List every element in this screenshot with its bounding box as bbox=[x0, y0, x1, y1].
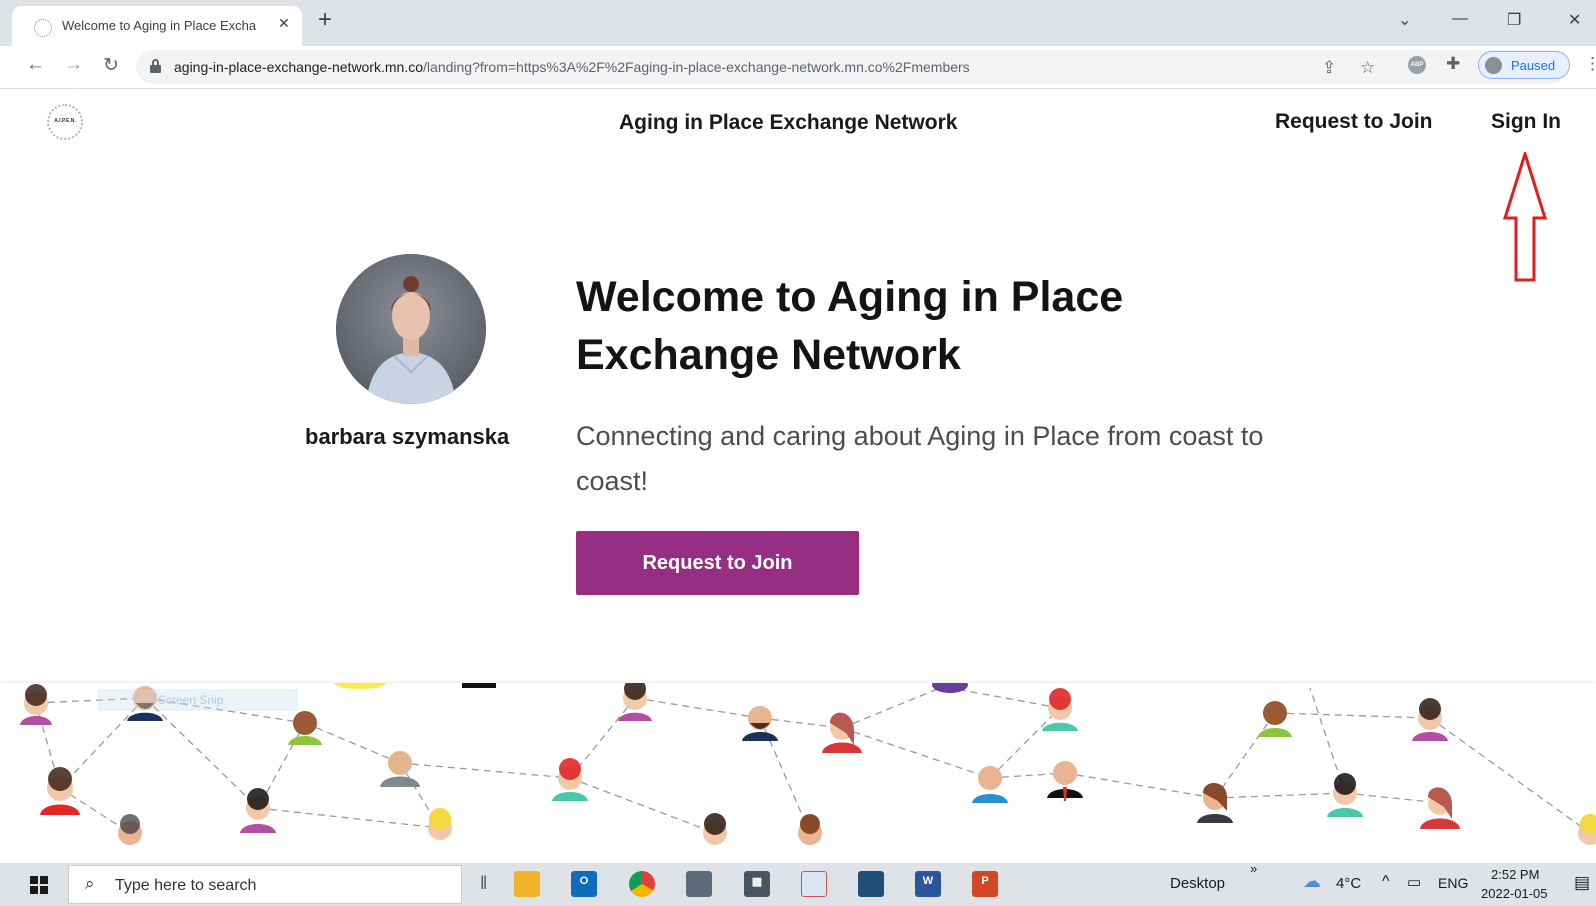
tab-title: Welcome to Aging in Place Excha bbox=[62, 18, 257, 33]
site-logo[interactable]: A.I.P.E.N. bbox=[47, 104, 83, 140]
share-icon[interactable]: ⇪ bbox=[1322, 58, 1336, 78]
windows-start-icon[interactable] bbox=[30, 876, 48, 894]
back-icon[interactable]: ← bbox=[26, 54, 45, 76]
search-icon: ⌕ bbox=[85, 874, 95, 893]
weather-icon[interactable]: ☁ bbox=[1303, 871, 1321, 892]
powerpoint-icon[interactable]: P bbox=[972, 871, 998, 897]
browser-toolbar: ← → ↻ aging-in-place-exchange-network.mn… bbox=[0, 46, 1596, 89]
profile-button[interactable]: Paused bbox=[1478, 51, 1570, 79]
annotation-arrow-icon bbox=[1502, 152, 1548, 282]
profile-icon bbox=[1485, 57, 1502, 74]
notifications-icon[interactable]: ▤ bbox=[1574, 873, 1590, 893]
site-favicon-icon bbox=[34, 19, 52, 37]
snipping-tool-icon[interactable] bbox=[801, 871, 827, 897]
minimize-icon[interactable]: — bbox=[1452, 10, 1468, 28]
clock-date[interactable]: 2022-01-05 bbox=[1481, 886, 1548, 901]
toolbar-separator: ‖ bbox=[480, 873, 488, 893]
taskbar-search-box[interactable]: ⌕ Type here to search bbox=[68, 865, 462, 904]
url-text[interactable]: aging-in-place-exchange-network.mn.co/la… bbox=[174, 59, 970, 75]
camera-icon[interactable] bbox=[686, 871, 712, 897]
calculator-icon[interactable]: ▦ bbox=[744, 871, 770, 897]
header-sign-in-link[interactable]: Sign In bbox=[1491, 110, 1561, 134]
file-explorer-icon[interactable] bbox=[514, 871, 540, 897]
tab-search-icon[interactable]: ⌄ bbox=[1398, 10, 1411, 30]
remote-desktop-icon[interactable] bbox=[858, 871, 884, 897]
adblock-icon[interactable]: ABP bbox=[1408, 56, 1426, 74]
more-icon[interactable]: ⋮ bbox=[1584, 54, 1596, 74]
owner-avatar bbox=[336, 254, 486, 404]
close-window-icon[interactable]: ✕ bbox=[1568, 10, 1581, 30]
tab-strip: Welcome to Aging in Place Excha ✕ + ⌄ — … bbox=[0, 0, 1596, 46]
restore-icon[interactable]: ❐ bbox=[1507, 10, 1521, 30]
browser-tab[interactable]: Welcome to Aging in Place Excha ✕ bbox=[12, 6, 302, 46]
lock-icon[interactable] bbox=[150, 59, 161, 74]
outlook-icon[interactable]: O bbox=[571, 871, 597, 897]
request-to-join-button[interactable]: Request to Join bbox=[576, 531, 859, 595]
hero-heading: Welcome to Aging in Place Exchange Netwo… bbox=[576, 273, 1124, 379]
screen-snip-overlay: Screen Snip bbox=[98, 689, 298, 711]
chrome-icon[interactable] bbox=[629, 871, 655, 897]
profile-status: Paused bbox=[1511, 58, 1556, 73]
language-indicator[interactable]: ENG bbox=[1438, 875, 1468, 891]
word-icon[interactable]: W bbox=[915, 871, 941, 897]
site-logo-text: A.I.P.E.N. bbox=[54, 118, 76, 124]
chevron-up-icon[interactable]: ^ bbox=[1382, 873, 1390, 891]
toolbar-overflow-icon[interactable]: » bbox=[1250, 861, 1257, 876]
temperature[interactable]: 4°C bbox=[1336, 875, 1361, 892]
new-tab-button[interactable]: + bbox=[318, 8, 332, 32]
owner-name[interactable]: barbara szymanska bbox=[305, 424, 509, 450]
hero-subheading: Connecting and caring about Aging in Pla… bbox=[576, 421, 1264, 496]
address-bar[interactable]: aging-in-place-exchange-network.mn.co/la… bbox=[136, 50, 1568, 84]
clock-time[interactable]: 2:52 PM bbox=[1491, 867, 1539, 882]
url-path: /landing?from=https%3A%2F%2Faging-in-pla… bbox=[423, 59, 970, 75]
extensions-icon[interactable]: ✚ bbox=[1446, 54, 1460, 74]
taskbar-search-placeholder: Type here to search bbox=[115, 877, 257, 894]
url-host: aging-in-place-exchange-network.mn.co bbox=[174, 59, 424, 75]
desktop-toolbar-label[interactable]: Desktop bbox=[1170, 875, 1225, 892]
windows-taskbar: ⌕ Type here to search ‖ O ▦ W P Desktop … bbox=[0, 861, 1596, 906]
network-banner-image: Screen Snip bbox=[0, 683, 1596, 863]
header-request-to-join-link[interactable]: Request to Join bbox=[1275, 110, 1433, 134]
site-title[interactable]: Aging in Place Exchange Network bbox=[619, 111, 957, 135]
tab-close-icon[interactable]: ✕ bbox=[278, 15, 290, 32]
forward-icon[interactable]: → bbox=[64, 54, 83, 76]
battery-icon[interactable]: ▭ bbox=[1407, 873, 1421, 891]
reload-icon[interactable]: ↻ bbox=[103, 54, 119, 77]
star-icon[interactable]: ☆ bbox=[1360, 58, 1375, 78]
